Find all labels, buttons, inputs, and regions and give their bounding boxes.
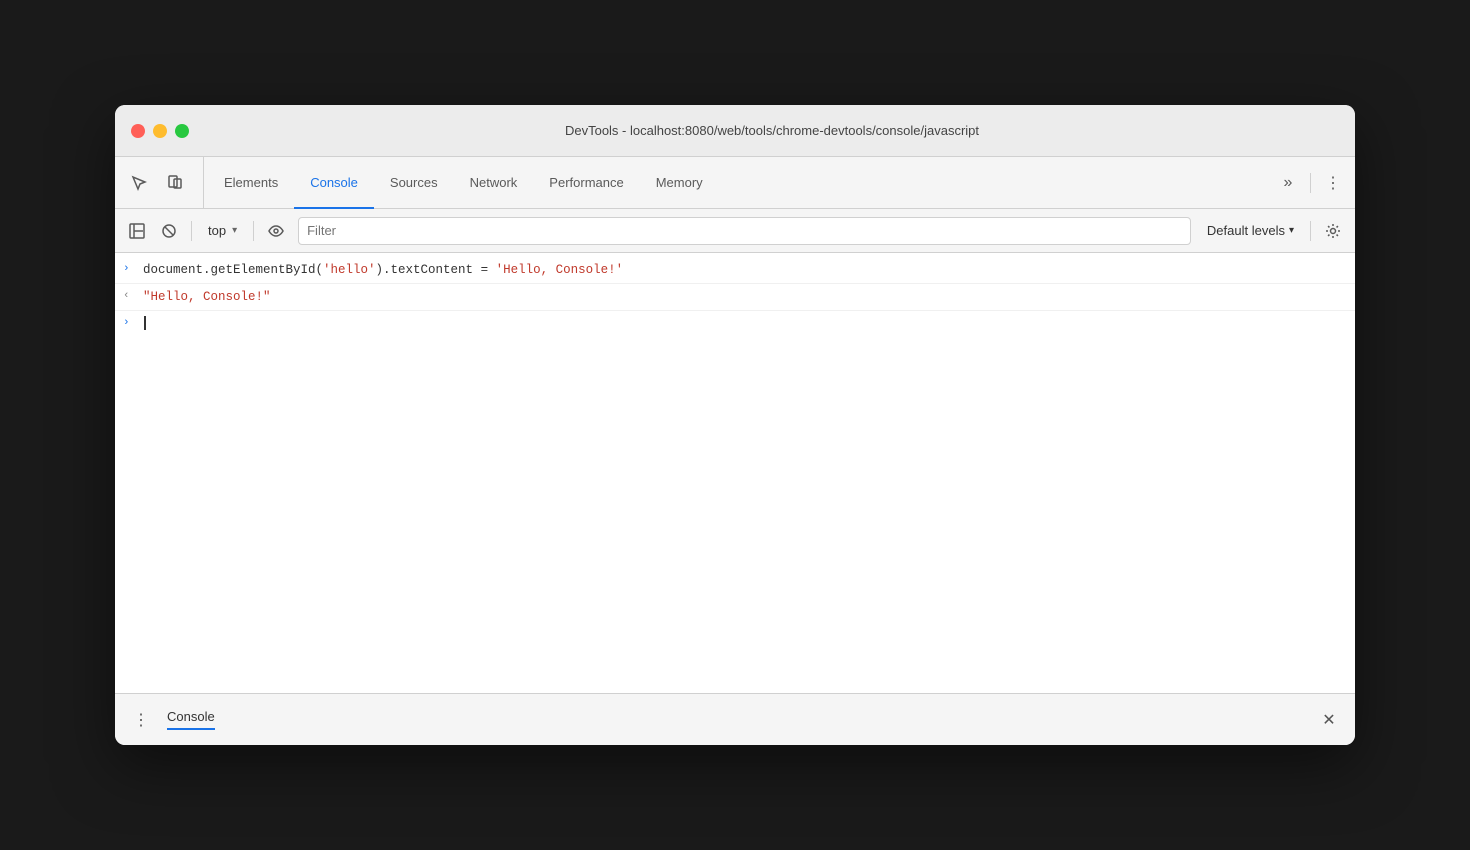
drawer-tab-console[interactable]: Console xyxy=(155,709,227,730)
tab-memory[interactable]: Memory xyxy=(640,158,719,209)
tab-bar-icons xyxy=(123,157,204,208)
output-arrow-icon: ‹ xyxy=(123,288,139,306)
drawer-tab-underline xyxy=(167,728,215,730)
clear-console-button[interactable] xyxy=(155,217,183,245)
drawer-close-button[interactable]: ✕ xyxy=(1315,706,1343,734)
cursor-arrow-icon: › xyxy=(123,315,139,333)
filter-input-wrapper xyxy=(298,217,1191,245)
console-line-output: ‹ "Hello, Console!" xyxy=(115,284,1355,311)
console-line-input: › document.getElementById('hello').textC… xyxy=(115,257,1355,284)
window-controls xyxy=(131,124,189,138)
console-cursor-line[interactable]: › xyxy=(115,311,1355,336)
tab-performance[interactable]: Performance xyxy=(533,158,639,209)
filter-input[interactable] xyxy=(307,223,1182,238)
device-mode-icon-button[interactable] xyxy=(159,167,191,199)
console-sidebar-toggle-button[interactable] xyxy=(123,217,151,245)
console-line-content: document.getElementById('hello').textCon… xyxy=(143,260,1347,280)
tab-bar-right: » ⋮ xyxy=(1274,157,1347,208)
title-bar: DevTools - localhost:8080/web/tools/chro… xyxy=(115,105,1355,157)
context-selector[interactable]: top ▾ xyxy=(200,217,245,245)
toolbar-divider-2 xyxy=(253,221,254,241)
divider xyxy=(1310,173,1311,193)
devtools-window: DevTools - localhost:8080/web/tools/chro… xyxy=(115,105,1355,745)
devtools-menu-button[interactable]: ⋮ xyxy=(1319,169,1347,197)
bottom-drawer: ⋮ Console ✕ xyxy=(115,693,1355,745)
cursor xyxy=(144,316,146,330)
toolbar-divider-3 xyxy=(1310,221,1311,241)
toolbar-divider-1 xyxy=(191,221,192,241)
console-output[interactable]: › document.getElementById('hello').textC… xyxy=(115,253,1355,693)
console-toolbar: top ▾ Default levels ▾ xyxy=(115,209,1355,253)
maximize-window-button[interactable] xyxy=(175,124,189,138)
minimize-window-button[interactable] xyxy=(153,124,167,138)
console-output-content: "Hello, Console!" xyxy=(143,287,1347,307)
window-title: DevTools - localhost:8080/web/tools/chro… xyxy=(205,123,1339,138)
tab-sources[interactable]: Sources xyxy=(374,158,454,209)
drawer-menu-button[interactable]: ⋮ xyxy=(127,706,155,734)
chevron-down-icon: ▾ xyxy=(1289,225,1294,236)
inspect-icon-button[interactable] xyxy=(123,167,155,199)
console-settings-button[interactable] xyxy=(1319,217,1347,245)
tab-console[interactable]: Console xyxy=(294,158,374,209)
tab-elements[interactable]: Elements xyxy=(208,158,294,209)
chevron-down-icon: ▾ xyxy=(232,225,237,236)
main-tabs: Elements Console Sources Network Perform… xyxy=(208,157,1274,208)
input-arrow-icon[interactable]: › xyxy=(123,261,139,279)
close-window-button[interactable] xyxy=(131,124,145,138)
tab-network[interactable]: Network xyxy=(454,158,534,209)
eye-icon-button[interactable] xyxy=(262,217,290,245)
default-levels-button[interactable]: Default levels ▾ xyxy=(1199,217,1302,245)
tab-overflow-button[interactable]: » xyxy=(1274,169,1302,197)
tab-bar: Elements Console Sources Network Perform… xyxy=(115,157,1355,209)
